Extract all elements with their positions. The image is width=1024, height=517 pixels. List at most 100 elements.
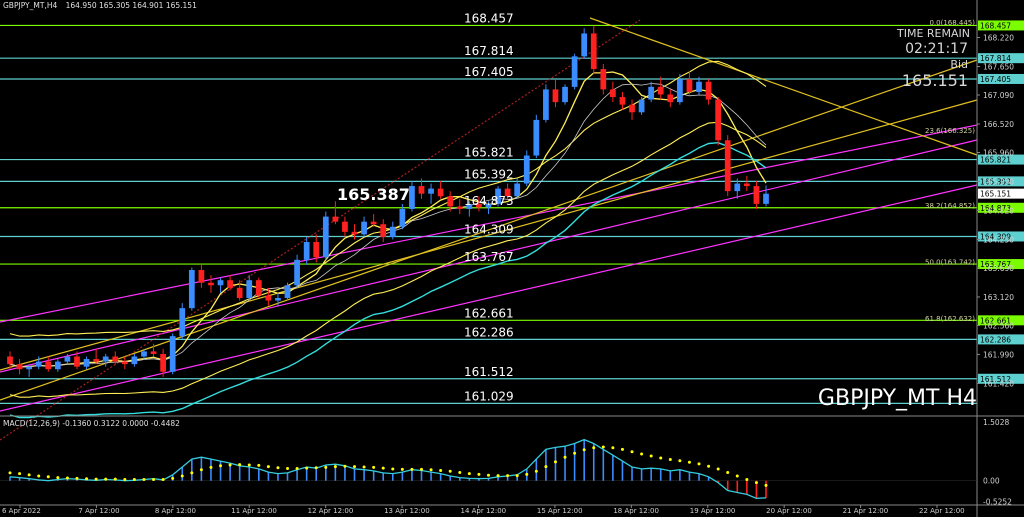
signal-dot-64 bbox=[620, 447, 624, 451]
time-remain-value: 02:21:17 bbox=[905, 41, 968, 57]
signal-dot-37 bbox=[362, 465, 366, 469]
signal-dot-6 bbox=[65, 476, 69, 480]
signal-dot-53 bbox=[515, 474, 519, 478]
candle-55 bbox=[533, 114, 540, 159]
candle-body bbox=[303, 242, 310, 260]
candle-body bbox=[705, 81, 712, 100]
candle-body bbox=[342, 221, 348, 232]
candle-body bbox=[571, 56, 578, 87]
candle-body bbox=[629, 104, 635, 113]
candle-body bbox=[83, 359, 90, 367]
candle-body bbox=[409, 186, 415, 209]
signal-dot-65 bbox=[630, 450, 634, 454]
candle-body bbox=[246, 280, 253, 298]
fib-label-4: 61.8(162.632) bbox=[925, 315, 975, 323]
candle-33 bbox=[322, 211, 329, 260]
signal-dot-21 bbox=[209, 465, 213, 469]
axis-level-label-9: 162.286 bbox=[980, 335, 1011, 344]
candle-body bbox=[64, 356, 71, 362]
fib-label-1: 23.6(166.325) bbox=[925, 127, 975, 135]
signal-dot-56 bbox=[544, 465, 548, 469]
signal-dot-77 bbox=[745, 478, 749, 482]
candle-body bbox=[638, 99, 645, 113]
time-label-10: 20 Apr 12:00 bbox=[766, 507, 812, 515]
signal-dot-63 bbox=[611, 446, 615, 450]
signal-dot-41 bbox=[400, 467, 404, 471]
price-tick-label-0: 168.220 bbox=[983, 34, 1014, 43]
candle-18 bbox=[179, 303, 186, 339]
signal-dot-34 bbox=[333, 465, 337, 469]
chart-window: 168.457 167.814 167.405 165.821 165.392 164.8… bbox=[0, 0, 1024, 517]
candle-body bbox=[552, 89, 559, 103]
candle-body bbox=[734, 183, 741, 192]
signal-dot-11 bbox=[113, 477, 117, 481]
signal-dot-66 bbox=[640, 452, 644, 456]
price-tick-label-4: 165.960 bbox=[983, 148, 1014, 157]
price-chart[interactable]: 168.457 167.814 167.405 165.821 165.392 164.8… bbox=[0, 0, 1024, 517]
candle-body bbox=[657, 86, 664, 95]
signal-dot-72 bbox=[697, 462, 701, 466]
candle-body bbox=[121, 361, 128, 365]
candle-body bbox=[208, 282, 214, 286]
candle-body bbox=[45, 361, 52, 370]
candle-body bbox=[743, 183, 750, 187]
signal-dot-39 bbox=[381, 466, 385, 470]
candle-body bbox=[753, 186, 760, 204]
signal-dot-67 bbox=[649, 454, 653, 458]
signal-dot-10 bbox=[104, 477, 108, 481]
time-label-5: 13 Apr 12:00 bbox=[384, 507, 430, 515]
candle-body bbox=[447, 196, 454, 207]
fib-label-3: 50.0(163.742) bbox=[925, 258, 975, 266]
big-price-label: 165.387 bbox=[337, 185, 410, 204]
signal-dot-15 bbox=[152, 478, 156, 482]
level-label-2: 167.405 bbox=[464, 65, 514, 79]
candle-body bbox=[648, 86, 655, 100]
candle-body bbox=[600, 69, 607, 90]
signal-dot-74 bbox=[716, 467, 720, 471]
symbol-label: GBPJPY_MT,H4 bbox=[3, 1, 57, 10]
candle-body bbox=[255, 280, 262, 296]
candle-body bbox=[370, 221, 377, 225]
candle-body bbox=[763, 193, 769, 204]
candle-body bbox=[399, 208, 406, 227]
candle-59 bbox=[571, 53, 578, 90]
price-tick-label-10: 162.560 bbox=[983, 321, 1014, 330]
signal-dot-17 bbox=[171, 476, 175, 480]
signal-dot-7 bbox=[75, 476, 79, 480]
candle-body bbox=[16, 364, 23, 370]
signal-dot-8 bbox=[85, 477, 89, 481]
time-label-7: 15 Apr 12:00 bbox=[537, 507, 583, 515]
price-tick-label-7: 164.250 bbox=[983, 235, 1014, 244]
candle-body bbox=[294, 259, 300, 286]
signal-dot-25 bbox=[247, 463, 251, 467]
time-label-9: 19 Apr 12:00 bbox=[690, 507, 736, 515]
candle-54 bbox=[523, 150, 530, 187]
signal-dot-46 bbox=[448, 469, 452, 473]
signal-dot-18 bbox=[180, 474, 184, 478]
time-label-11: 21 Apr 12:00 bbox=[843, 507, 889, 515]
candle-body bbox=[150, 351, 157, 354]
candle-58 bbox=[562, 84, 568, 105]
candle-body bbox=[169, 336, 176, 372]
signal-dot-12 bbox=[123, 478, 127, 482]
signal-dot-54 bbox=[525, 472, 529, 476]
signal-dot-24 bbox=[238, 463, 242, 467]
candle-body bbox=[275, 297, 281, 301]
signal-dot-0 bbox=[8, 471, 12, 475]
signal-dot-60 bbox=[582, 448, 586, 452]
level-label-6: 164.309 bbox=[464, 222, 514, 236]
signal-dot-19 bbox=[190, 471, 194, 475]
level-label-8: 162.661 bbox=[464, 306, 514, 320]
signal-dot-22 bbox=[219, 464, 223, 468]
candle-66 bbox=[638, 97, 645, 115]
candle-body bbox=[7, 356, 13, 365]
signal-dot-57 bbox=[553, 460, 557, 464]
signal-dot-55 bbox=[534, 469, 538, 473]
candle-body bbox=[351, 231, 358, 235]
signal-dot-9 bbox=[94, 477, 98, 481]
signal-dot-3 bbox=[37, 474, 41, 478]
candle-body bbox=[313, 242, 320, 258]
candle-body bbox=[590, 33, 597, 70]
signal-dot-29 bbox=[286, 467, 290, 471]
candle-body bbox=[160, 353, 166, 372]
